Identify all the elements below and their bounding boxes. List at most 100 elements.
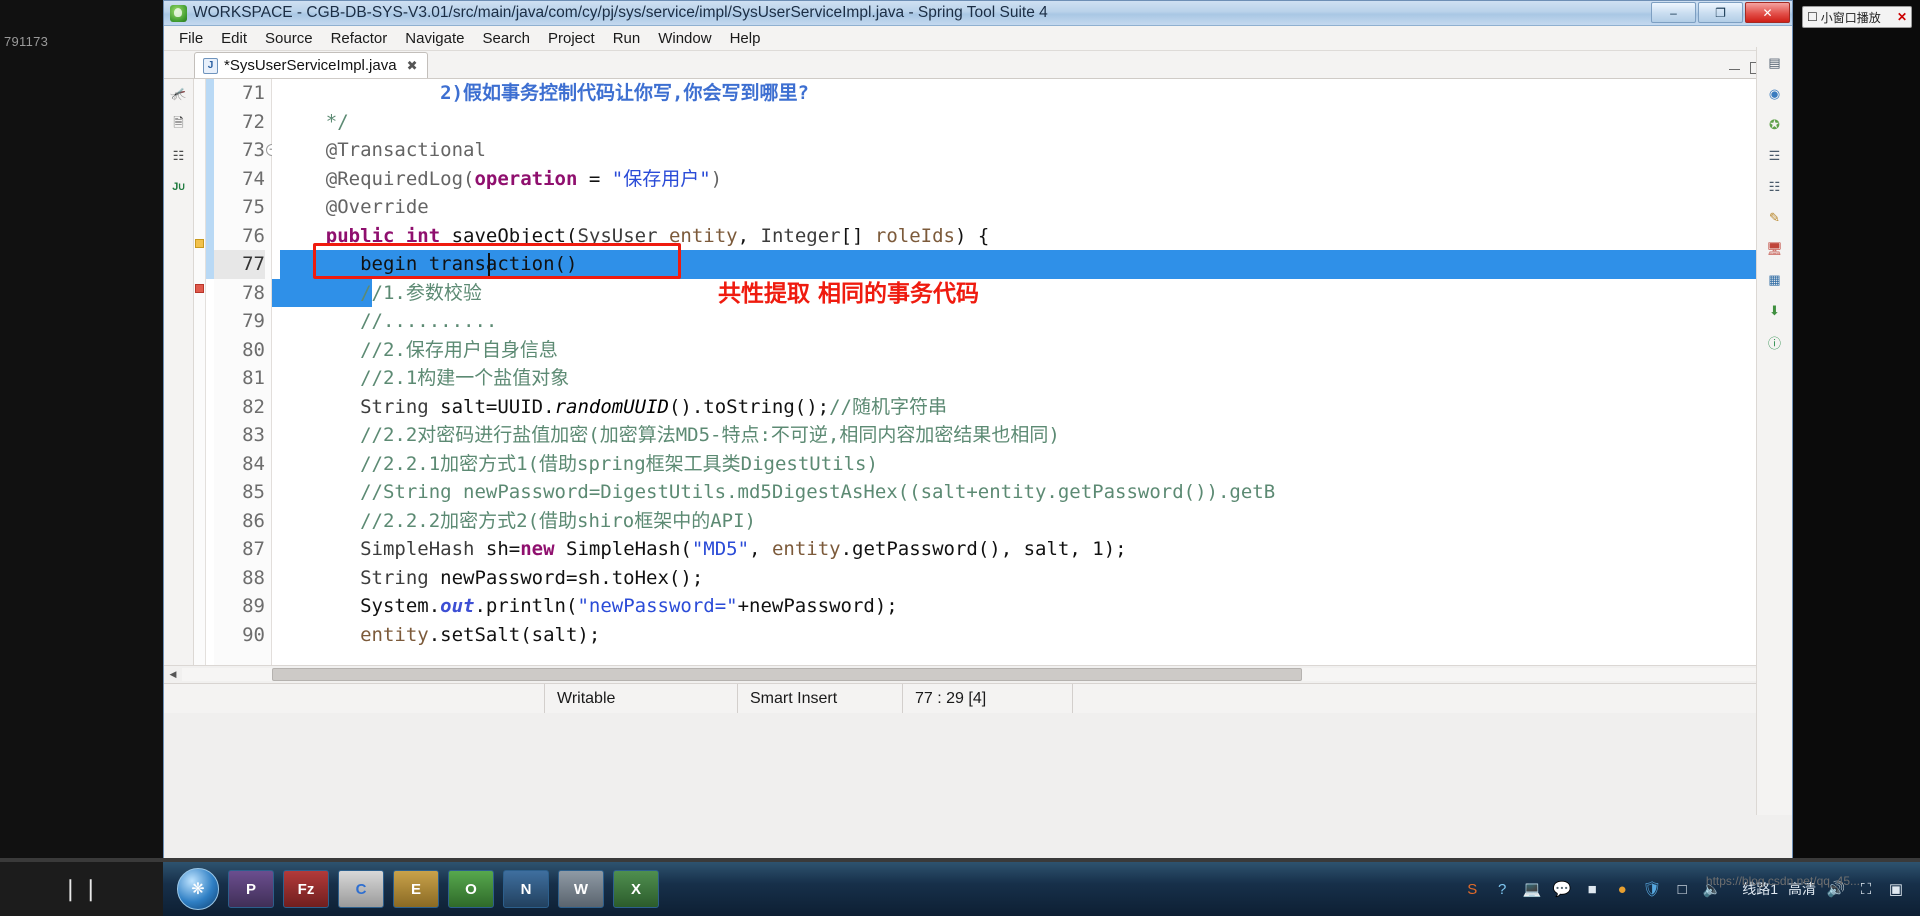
tab-sysuserserviceimpl[interactable]: J *SysUserServiceImpl.java ✖: [194, 52, 429, 78]
taskbar-app-p[interactable]: P: [228, 870, 274, 908]
code-line[interactable]: @RequiredLog(operation = "保存用户"): [280, 165, 1758, 194]
line-number: 73−: [214, 136, 278, 165]
start-button[interactable]: ❋: [177, 868, 219, 910]
horizontal-scrollbar[interactable]: ◀ ▶: [164, 665, 1792, 683]
code-line[interactable]: //..........: [280, 307, 1758, 336]
fullscreen-icon[interactable]: ▣: [1886, 879, 1906, 899]
code-line[interactable]: SimpleHash sh=new SimpleHash("MD5", enti…: [280, 535, 1758, 564]
menu-navigate[interactable]: Navigate: [396, 28, 473, 49]
code-line[interactable]: System.out.println("newPassword="+newPas…: [280, 592, 1758, 621]
color-icon[interactable]: ●: [1612, 879, 1632, 899]
scroll-left-arrow[interactable]: ◀: [164, 669, 182, 680]
hscroll-thumb[interactable]: [272, 668, 1302, 681]
code-line-text: public int saveObject(SysUser entity, In…: [325, 224, 990, 247]
line-number: 86: [242, 509, 265, 532]
taskbar-app-chrome[interactable]: C: [338, 870, 384, 908]
code-line[interactable]: begin transaction(): [280, 250, 1758, 279]
player-bottom-bar: ❘❘ ❋ P Fz C E O N W X S ? 💻 💬 ■ ● 🛡 □ 🔈 …: [0, 862, 1920, 916]
line-number: 78: [242, 281, 265, 304]
servers-icon[interactable]: 🖥: [1764, 239, 1786, 259]
network-icon[interactable]: 💻: [1522, 879, 1542, 899]
message-icon[interactable]: 💬: [1552, 879, 1572, 899]
spring-icon[interactable]: ✪: [1764, 115, 1786, 135]
code-line-text: SimpleHash sh=new SimpleHash("MD5", enti…: [360, 538, 1127, 560]
properties-icon[interactable]: ▤: [1764, 53, 1786, 73]
console-icon[interactable]: ▦: [1764, 270, 1786, 290]
code-line-text: //2.2.1加密方式1(借助spring框架工具类DigestUtils): [280, 452, 878, 475]
taskbar-app-o[interactable]: O: [448, 870, 494, 908]
tasks-icon[interactable]: ✎: [1764, 208, 1786, 228]
code-line[interactable]: String salt=UUID.randomUUID().toString()…: [280, 393, 1758, 422]
code-line[interactable]: //2.保存用户自身信息: [280, 336, 1758, 365]
menu-source[interactable]: Source: [256, 28, 322, 49]
sts-app-icon: [170, 4, 187, 22]
navigator-icon[interactable]: ☲: [1764, 146, 1786, 166]
code-line[interactable]: //2.2对密码进行盐值加密(加密算法MD5-特点:不可逆,相同内容加密结果也相…: [280, 421, 1758, 450]
code-line-text: String salt=UUID.randomUUID().toString()…: [360, 395, 947, 418]
perspective-right-rail: ▤ ◉ ✪ ☲ ☷ ✎ 🖥 ▦ ⬇ ⓘ: [1756, 47, 1792, 815]
junit-icon[interactable]: JU: [169, 178, 189, 196]
code-line[interactable]: */: [280, 108, 1758, 137]
hscroll-track[interactable]: [182, 668, 1774, 681]
floating-miniplayer-window[interactable]: ☐ 小窗口播放 ✕: [1802, 6, 1912, 28]
annotation-text-common-transaction-code: 共性提取 相同的事务代码: [718, 281, 980, 307]
text-caret: [488, 253, 490, 276]
screen-root: 791173 ☐ 小窗口播放 ✕ WORKSPACE - CGB-DB-SYS-…: [0, 0, 1920, 916]
line-number: 87: [242, 538, 265, 560]
shield-icon[interactable]: 🛡: [1642, 879, 1662, 899]
close-icon[interactable]: ✖: [407, 58, 418, 74]
code-line-text: */: [325, 110, 349, 133]
help-icon[interactable]: ⓘ: [1764, 332, 1786, 352]
beans-icon[interactable]: ◉: [1764, 84, 1786, 104]
menu-file[interactable]: File: [170, 28, 212, 49]
code-line[interactable]: //String newPassword=DigestUtils.md5Dige…: [280, 478, 1758, 507]
menu-search[interactable]: Search: [473, 28, 539, 49]
pause-button[interactable]: ❘❘: [61, 876, 102, 902]
taskbar-app-e[interactable]: E: [393, 870, 439, 908]
code-text-area[interactable]: 2)假如事务控制代码让你写,你会写到哪里? */ @Transactional …: [272, 79, 1758, 665]
taskbar-app-x[interactable]: X: [613, 870, 659, 908]
menu-project[interactable]: Project: [539, 28, 604, 49]
menu-run[interactable]: Run: [604, 28, 650, 49]
menu-refactor[interactable]: Refactor: [322, 28, 397, 49]
code-line-text: //2.2.2加密方式2(借助shiro框架中的API): [280, 509, 756, 532]
menu-bar: File Edit Source Refactor Navigate Searc…: [164, 26, 1792, 51]
maximize-button[interactable]: ❐: [1698, 2, 1743, 23]
code-line[interactable]: @Override: [280, 193, 1758, 222]
minimize-button[interactable]: –: [1651, 2, 1696, 23]
bug-icon[interactable]: 🦟: [169, 85, 189, 103]
code-line[interactable]: 2)假如事务控制代码让你写,你会写到哪里?: [280, 79, 1758, 108]
outline-icon[interactable]: ☷: [169, 147, 189, 165]
code-line[interactable]: //1.参数校验: [272, 278, 1758, 307]
close-icon[interactable]: ✕: [1897, 10, 1907, 24]
battery-icon[interactable]: ■: [1582, 879, 1602, 899]
warning-marker: [195, 239, 204, 248]
copy-icon[interactable]: 🗎: [169, 115, 189, 134]
code-line[interactable]: //2.1构建一个盐值对象: [280, 364, 1758, 393]
editor-tab-row: J *SysUserServiceImpl.java ✖: [164, 51, 1792, 79]
minimize-view-icon[interactable]: [1729, 62, 1740, 70]
code-line[interactable]: @Transactional: [280, 136, 1758, 165]
menu-window[interactable]: Window: [649, 28, 720, 49]
code-line[interactable]: entity.setSalt(salt);: [280, 621, 1758, 650]
help-icon[interactable]: ?: [1492, 879, 1512, 899]
menu-edit[interactable]: Edit: [212, 28, 256, 49]
status-cursor-position: 77 : 29 [4]: [902, 684, 1072, 713]
code-line[interactable]: //2.2.1加密方式1(借助spring框架工具类DigestUtils): [280, 450, 1758, 479]
menu-help[interactable]: Help: [721, 28, 770, 49]
line-number: 90: [242, 623, 265, 646]
screen-icon[interactable]: □: [1672, 879, 1692, 899]
close-button[interactable]: ✕: [1745, 2, 1790, 23]
line-number: 76: [242, 224, 265, 247]
taskbar-app-n[interactable]: N: [503, 870, 549, 908]
outline-icon[interactable]: ☷: [1764, 177, 1786, 197]
code-line-text: //2.2对密码进行盐值加密(加密算法MD5-特点:不可逆,相同内容加密结果也相…: [280, 424, 1060, 446]
annotation-ruler[interactable]: [194, 79, 206, 665]
download-icon[interactable]: ⬇: [1764, 301, 1786, 321]
sogou-icon[interactable]: S: [1462, 879, 1482, 899]
code-line[interactable]: String newPassword=sh.toHex();: [280, 564, 1758, 593]
code-line[interactable]: //2.2.2加密方式2(借助shiro框架中的API): [280, 507, 1758, 536]
code-line[interactable]: public int saveObject(SysUser entity, In…: [280, 222, 1758, 251]
taskbar-app-fz[interactable]: Fz: [283, 870, 329, 908]
taskbar-app-w[interactable]: W: [558, 870, 604, 908]
